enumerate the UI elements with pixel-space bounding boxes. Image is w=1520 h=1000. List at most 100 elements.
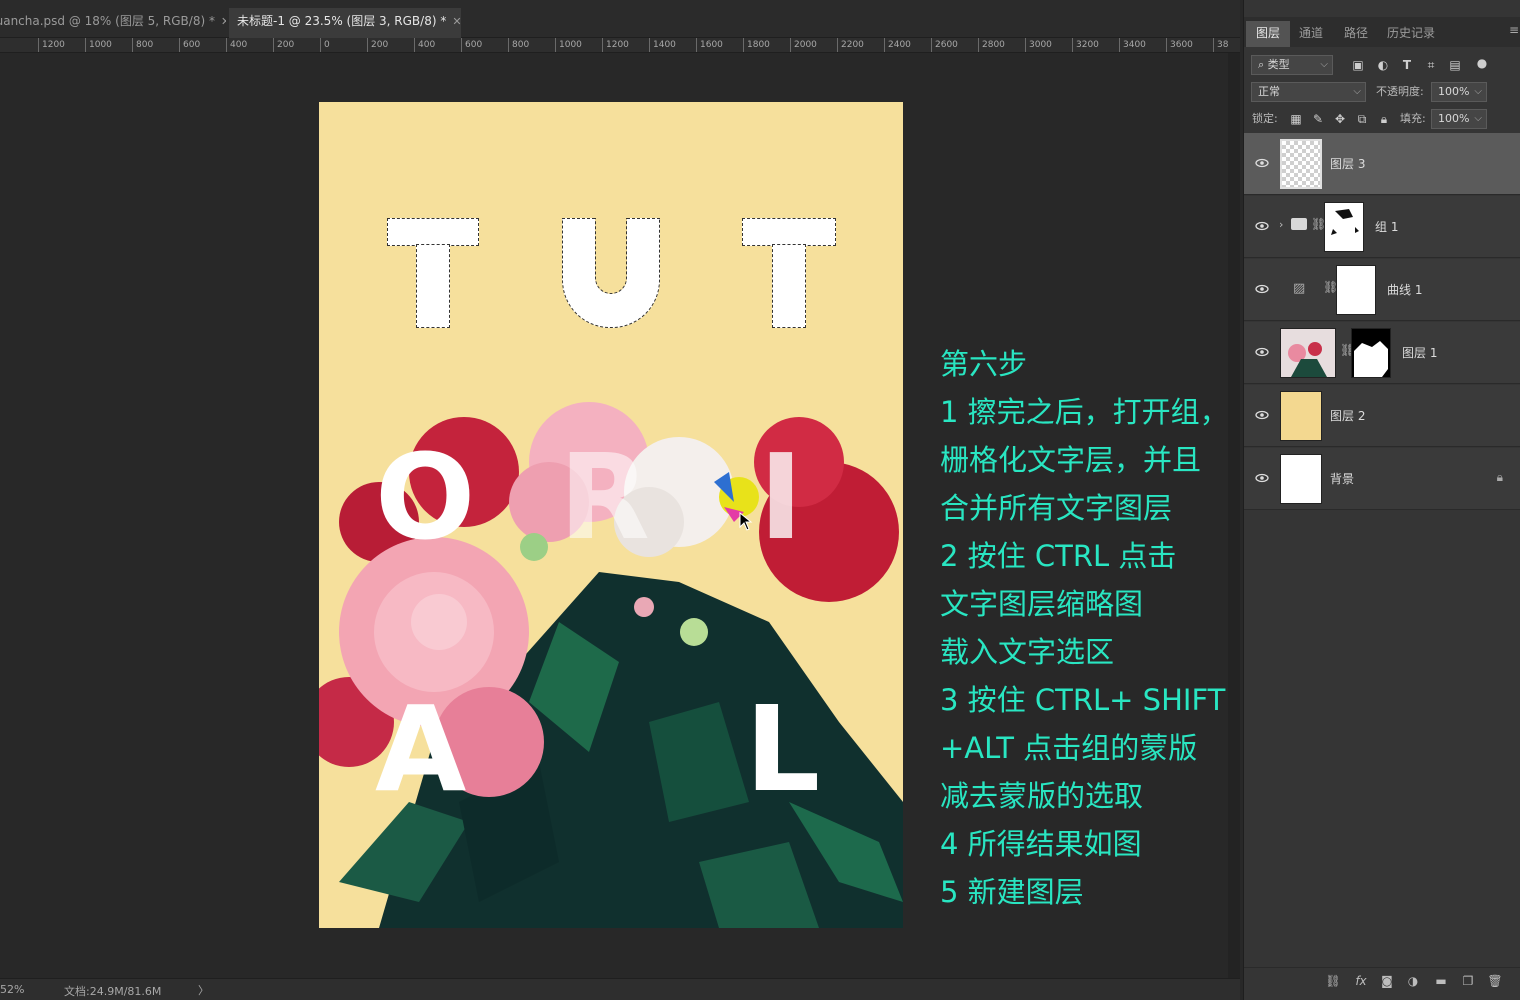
layer-name[interactable]: 图层 3 <box>1330 155 1365 172</box>
close-icon[interactable]: ✕ <box>221 15 226 28</box>
step-line: 2 按住 CTRL 点击 <box>940 539 1177 573</box>
tab-label: 未标题-1 @ 23.5% (图层 3, RGB/8) * <box>237 14 447 28</box>
ruler-tick-label: 1800 <box>743 38 770 52</box>
eye-icon[interactable] <box>1254 470 1270 486</box>
type-filter-icon[interactable]: T <box>1399 57 1415 73</box>
eye-icon[interactable] <box>1254 155 1270 171</box>
close-icon[interactable]: ✕ <box>452 15 461 28</box>
layer-row-background[interactable]: 背景 🔒︎ <box>1244 448 1520 510</box>
horizontal-ruler[interactable]: 1200 1000 800 600 400 200 0 200 400 600 800 1000 120… <box>0 38 1240 53</box>
letter-t1-marquee <box>387 218 479 246</box>
add-mask-icon[interactable]: ◙ <box>1378 974 1396 990</box>
curves-adjustment-icon: ▨ <box>1293 281 1306 296</box>
shape-filter-icon[interactable]: ⌗ <box>1423 57 1439 73</box>
tab-channels[interactable]: 通道 <box>1289 21 1333 47</box>
ruler-tick-label: 38 <box>1213 38 1228 52</box>
step-line: 栅格化文字层，并且 <box>940 443 1202 477</box>
fill-input[interactable]: 100% ⌵ <box>1431 109 1487 129</box>
tab-label: huancha.psd @ 18% (图层 5, RGB/8) * <box>0 14 215 28</box>
document-tab-bar: huancha.psd @ 18% (图层 5, RGB/8) * ✕ 未标题-1… <box>0 0 1240 38</box>
ruler-tick-label: 2600 <box>931 38 958 52</box>
lock-artboard-icon[interactable]: ⧉ <box>1354 111 1370 127</box>
blend-mode-select[interactable]: 正常 ⌵ <box>1251 82 1366 102</box>
opacity-label: 不透明度: <box>1376 85 1424 98</box>
ruler-tick-label: 1400 <box>649 38 676 52</box>
document-canvas[interactable]: O R I A L <box>319 102 903 928</box>
layer-row-group-1[interactable]: › ⛓︎ 组 1 <box>1244 196 1520 258</box>
lock-position-icon[interactable]: ✥ <box>1332 111 1348 127</box>
status-menu-arrow[interactable]: 〉 <box>198 982 209 998</box>
layer-row-curves-1[interactable]: ▨ ⛓︎ 曲线 1 <box>1244 259 1520 321</box>
tab-history[interactable]: 历史记录 <box>1377 21 1445 47</box>
layer-name[interactable]: 图层 1 <box>1402 344 1437 361</box>
eye-icon[interactable] <box>1254 218 1270 234</box>
layer-name[interactable]: 图层 2 <box>1330 407 1365 424</box>
lock-icon[interactable]: 🔒︎ <box>1497 470 1503 485</box>
adjustment-layer-icon[interactable]: ◑ <box>1404 974 1422 990</box>
chevron-right-icon[interactable]: › <box>1279 218 1283 231</box>
layer-mask-thumbnail[interactable] <box>1351 328 1391 378</box>
fill-label: 填充: <box>1400 112 1426 125</box>
eye-icon[interactable] <box>1254 281 1270 297</box>
eye-icon[interactable] <box>1254 344 1270 360</box>
filter-kind-label: 类型 <box>1267 58 1290 71</box>
new-layer-icon[interactable]: ❐ <box>1459 974 1477 990</box>
tab-layers[interactable]: 图层 <box>1246 21 1291 47</box>
image-filter-icon[interactable]: ▣ <box>1350 57 1366 73</box>
step-line: 4 所得结果如图 <box>940 827 1142 861</box>
step-line: 5 新建图层 <box>940 875 1084 909</box>
link-layers-icon[interactable]: ⛓︎ <box>1324 974 1342 990</box>
filter-toggle-icon[interactable]: ● <box>1474 55 1490 71</box>
layer-row-2[interactable]: 图层 2 <box>1244 385 1520 447</box>
layer-thumbnail[interactable] <box>1280 454 1322 504</box>
curves-mask-thumbnail[interactable] <box>1336 265 1376 315</box>
lock-pixels-icon[interactable]: ✎ <box>1310 111 1326 127</box>
zoom-level[interactable]: 52% <box>0 983 24 996</box>
ruler-tick-label: 0 <box>320 38 330 52</box>
panel-menu-icon[interactable]: ≡ <box>1509 23 1519 37</box>
document-info: 文档:24.9M/81.6M <box>64 985 162 998</box>
layer-name[interactable]: 背景 <box>1330 470 1354 487</box>
eye-icon[interactable] <box>1254 407 1270 423</box>
ruler-tick-label: 800 <box>508 38 529 52</box>
ruler-tick-label: 600 <box>179 38 200 52</box>
step-line: 1 擦完之后，打开组， <box>940 395 1229 429</box>
vertical-scrollbar[interactable] <box>1228 53 1240 978</box>
tab-untitled-1[interactable]: 未标题-1 @ 23.5% (图层 3, RGB/8) * ✕ <box>229 8 461 38</box>
layer-name[interactable]: 曲线 1 <box>1387 281 1422 298</box>
adjustment-filter-icon[interactable]: ◐ <box>1375 57 1391 73</box>
tab-huancha[interactable]: huancha.psd @ 18% (图层 5, RGB/8) * ✕ <box>0 8 226 38</box>
smart-object-filter-icon[interactable]: ▤ <box>1447 57 1463 73</box>
search-icon: ⌕ <box>1258 58 1268 71</box>
ruler-tick-label: 400 <box>226 38 247 52</box>
letter-t1-stem <box>416 244 450 328</box>
layer-row-3[interactable]: 图层 3 <box>1244 133 1520 195</box>
layer-thumbnail[interactable] <box>1280 139 1322 189</box>
status-bar: 52% 文档:24.9M/81.6M 〉 <box>0 978 1240 1000</box>
layers-panel: 图层 通道 路径 历史记录 ≡ ⌕ 类型 ⌵ ▣ ◐ T ⌗ ▤ ● 正常 ⌵ 不透… <box>1243 0 1520 1000</box>
ruler-tick-label: 3000 <box>1025 38 1052 52</box>
lock-transparency-icon[interactable]: ▦ <box>1288 111 1304 127</box>
lock-label: 锁定: <box>1252 112 1278 125</box>
letter-i: I <box>759 428 803 566</box>
ruler-tick-label: 2800 <box>978 38 1005 52</box>
filter-kind-select[interactable]: ⌕ 类型 ⌵ <box>1251 55 1333 75</box>
letter-u-inner <box>595 218 627 294</box>
photo-thumbnail[interactable] <box>1280 328 1336 378</box>
fx-icon[interactable]: fx <box>1352 974 1370 990</box>
photoshop-window: huancha.psd @ 18% (图层 5, RGB/8) * ✕ 未标题-1… <box>0 0 1520 1000</box>
new-group-icon[interactable]: ▬ <box>1432 974 1450 990</box>
layer-thumbnail[interactable] <box>1280 391 1322 441</box>
ruler-tick-label: 2400 <box>884 38 911 52</box>
layer-row-1[interactable]: ⛓︎ 图层 1 <box>1244 322 1520 384</box>
ruler-tick-label: 200 <box>273 38 294 52</box>
tab-paths[interactable]: 路径 <box>1334 21 1378 47</box>
group-mask-thumbnail[interactable] <box>1324 202 1364 252</box>
tutorial-steps: 第六步 1 擦完之后，打开组， 栅格化文字层，并且 合并所有文字图层 2 按住 CTRL… <box>940 340 1229 916</box>
trash-icon[interactable]: 🗑︎ <box>1486 974 1504 990</box>
lock-all-icon[interactable]: 🔒︎ <box>1376 111 1392 127</box>
opacity-input[interactable]: 100% ⌵ <box>1431 82 1487 102</box>
step-line: 文字图层缩略图 <box>940 587 1144 621</box>
layer-name[interactable]: 组 1 <box>1375 218 1398 235</box>
folder-icon <box>1291 218 1307 230</box>
